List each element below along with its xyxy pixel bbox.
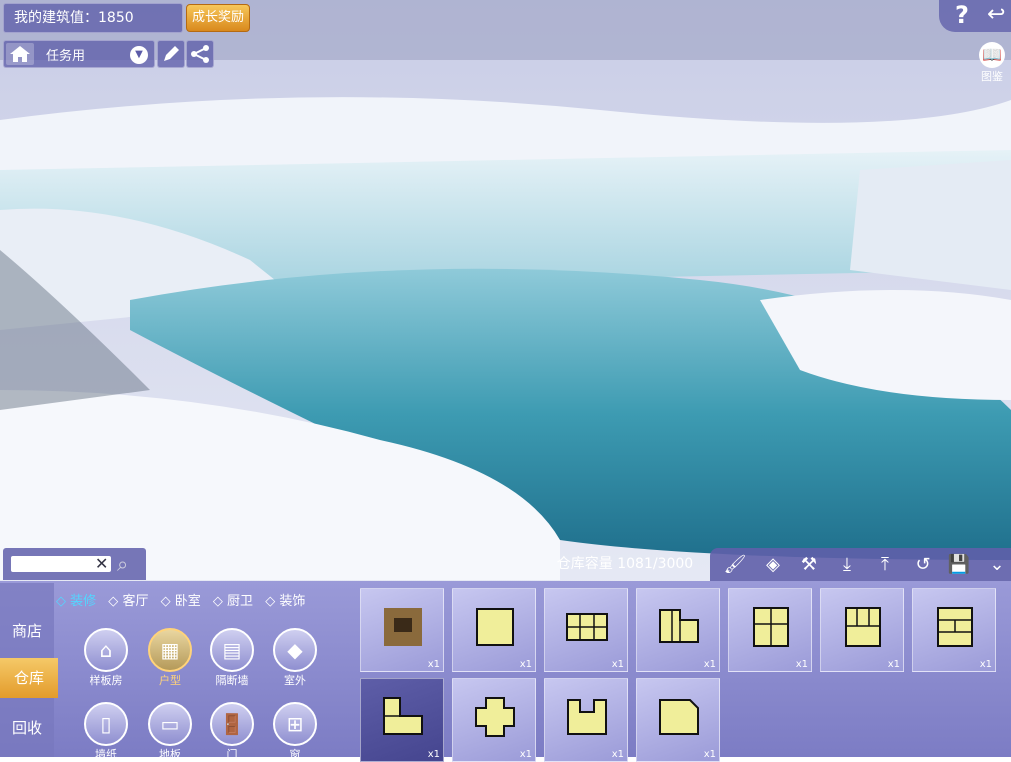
share-icon — [191, 45, 209, 63]
category-floorplan[interactable]: ▦ 户型 — [140, 628, 200, 688]
category-door[interactable]: 🚪 门 — [202, 702, 262, 762]
top-right-controls: ? ↩ — [939, 0, 1011, 32]
capacity-label: 仓库容量 — [556, 556, 613, 572]
growth-reward-button[interactable]: 成长奖励 — [186, 4, 250, 32]
house-icon: ⌂ — [84, 628, 128, 672]
layers-icon[interactable]: ◈ — [760, 552, 786, 578]
cube-icon: ◆ — [273, 628, 317, 672]
item-tile[interactable]: x1 — [544, 588, 628, 672]
floorplan-u-icon — [567, 699, 607, 735]
window-icon: ⊞ — [273, 702, 317, 746]
brush-icon[interactable]: 🖌 — [722, 552, 748, 578]
chevron-down-icon[interactable]: ▼ — [130, 46, 148, 64]
floorplan-grid-icon — [566, 613, 608, 641]
item-tile[interactable]: x1 — [452, 588, 536, 672]
upload-icon[interactable]: ⤒ — [872, 552, 898, 578]
save-icon[interactable]: 💾 — [946, 552, 972, 578]
category-outdoor[interactable]: ◆ 室外 — [265, 628, 325, 688]
floorplan-multi-icon — [845, 607, 881, 647]
download-icon[interactable]: ⤓ — [834, 552, 860, 578]
edit-toolbar: 🖌 ◈ ⚒ ⤓ ⤒ ↺ 💾 ⌄ — [710, 548, 1011, 581]
subtab-kitchen-bath[interactable]: ◇ 厨卫 — [213, 590, 253, 609]
back-icon[interactable]: ↩ — [987, 2, 1005, 27]
atlas-label: 图鉴 — [981, 70, 1003, 83]
subtab-renovation[interactable]: ◇ 装修 — [56, 590, 96, 609]
tab-shop[interactable]: 商店 — [0, 611, 54, 651]
item-tile[interactable]: x1 — [360, 678, 444, 762]
floorplan-cross-icon — [475, 697, 515, 737]
atlas-button[interactable]: 📖 图鉴 — [975, 42, 1009, 84]
item-tile[interactable]: x1 — [452, 678, 536, 762]
help-icon[interactable]: ? — [955, 1, 969, 29]
search-icon[interactable]: ⌕ — [117, 552, 128, 576]
search-box: ✕ ⌕ — [3, 548, 146, 580]
floorplan-square-icon — [476, 608, 514, 646]
item-tile[interactable]: x1 — [820, 588, 904, 672]
category-partition-wall[interactable]: ▤ 隔断墙 — [202, 628, 262, 688]
wall-grid-icon: ▤ — [210, 628, 254, 672]
tab-recycle[interactable]: 回收 — [0, 708, 54, 748]
category-window[interactable]: ⊞ 窗 — [265, 702, 325, 762]
task-label: 任务用 — [46, 49, 86, 64]
item-tile[interactable]: x1 — [360, 588, 444, 672]
book-icon: 📖 — [979, 42, 1005, 68]
category-floor[interactable]: ▭ 地板 — [140, 702, 200, 762]
item-tile[interactable]: x1 — [636, 678, 720, 762]
subtab-bedroom[interactable]: ◇ 卧室 — [161, 590, 201, 609]
undo-icon[interactable]: ↺ — [910, 552, 936, 578]
clear-icon[interactable]: ✕ — [95, 554, 108, 573]
tab-warehouse[interactable]: 仓库 — [0, 658, 58, 698]
home-icon[interactable] — [6, 43, 34, 65]
floorplan-l-icon — [659, 609, 699, 643]
subtab-living-room[interactable]: ◇ 客厅 — [108, 590, 148, 609]
capacity-value: 1081/3000 — [617, 556, 694, 572]
floorplan-notch-icon — [659, 699, 699, 735]
item-tile[interactable]: x1 — [912, 588, 996, 672]
sub-tabs: ◇ 装修 ◇ 客厅 ◇ 卧室 ◇ 厨卫 ◇ 装饰 — [56, 590, 313, 609]
build-value-display: 我的建筑值：1850 — [3, 3, 183, 33]
floorplan-icon: ▦ — [148, 628, 192, 672]
pencil-icon — [164, 46, 179, 61]
task-selector[interactable]: 任务用 ▼ — [3, 40, 155, 68]
category-wallpaper[interactable]: ▯ 墙纸 — [76, 702, 136, 762]
door-icon: 🚪 — [210, 702, 254, 746]
edit-button[interactable] — [157, 40, 185, 68]
item-tile[interactable]: x1 — [728, 588, 812, 672]
room-photo-icon — [384, 608, 422, 646]
side-tabs: 商店 仓库 回收 — [0, 583, 58, 757]
floorplan-rooms-icon — [753, 607, 789, 647]
share-button[interactable] — [186, 40, 214, 68]
category-showroom[interactable]: ⌂ 样板房 — [76, 628, 136, 688]
wallpaper-roll-icon: ▯ — [84, 702, 128, 746]
floorplan-step-icon — [383, 697, 423, 735]
hammer-icon[interactable]: ⚒ — [796, 552, 822, 578]
warehouse-capacity: 仓库容量 1081/3000 — [545, 548, 705, 581]
item-tile[interactable]: x1 — [636, 588, 720, 672]
item-tile[interactable]: x1 — [544, 678, 628, 762]
subtab-decor[interactable]: ◇ 装饰 — [265, 590, 305, 609]
floor-tile-icon: ▭ — [148, 702, 192, 746]
collapse-icon[interactable]: ⌄ — [984, 552, 1010, 578]
floorplan-tall-icon — [937, 607, 973, 647]
